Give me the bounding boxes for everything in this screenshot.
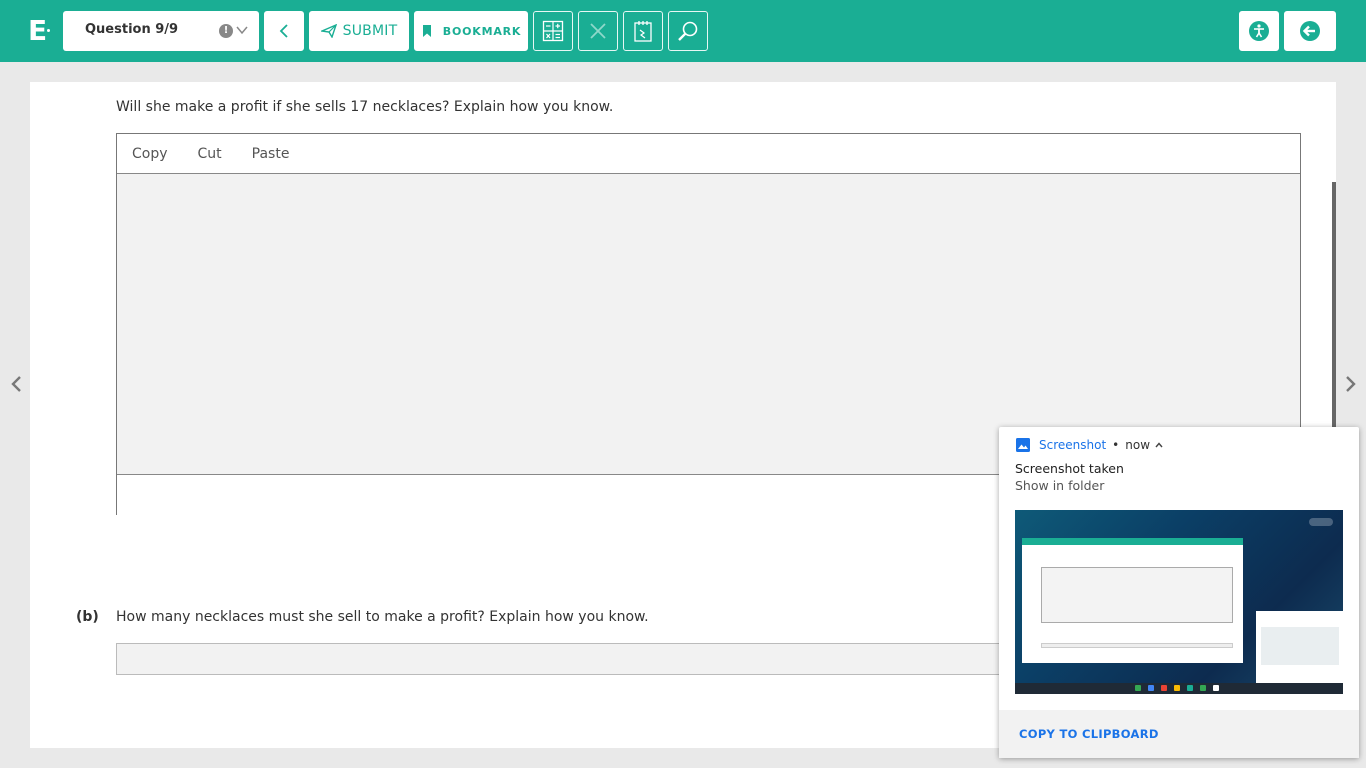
chevron-down-icon: [236, 26, 248, 35]
back-button[interactable]: [264, 11, 304, 51]
exit-button[interactable]: [1284, 11, 1336, 51]
thumbnail-toolbar: [1022, 538, 1243, 545]
copy-to-clipboard-button[interactable]: COPY TO CLIPBOARD: [1019, 727, 1159, 741]
top-toolbar: E Question 9/9 ! SUBMIT BOOKMARK: [0, 0, 1366, 62]
notification-separator: •: [1112, 438, 1120, 452]
search-button[interactable]: [668, 11, 708, 51]
accessibility-icon: [1249, 21, 1269, 41]
submit-button[interactable]: SUBMIT: [309, 11, 409, 51]
thumbnail-answer: [1041, 643, 1233, 648]
notification-title: Screenshot taken: [1015, 461, 1124, 476]
app-logo: E: [28, 14, 54, 48]
notification-actions: COPY TO CLIPBOARD: [999, 710, 1359, 758]
flag-icon: !: [219, 24, 233, 38]
bookmark-label: BOOKMARK: [442, 24, 522, 38]
accessibility-button[interactable]: [1239, 11, 1279, 51]
notification-time: now: [1125, 438, 1151, 452]
submit-label: SUBMIT: [342, 23, 398, 39]
paper-plane-icon: [320, 24, 337, 38]
calculator-icon: [542, 20, 564, 42]
notepad-icon: [634, 21, 652, 42]
chevron-up-icon[interactable]: [1154, 440, 1164, 450]
notification-app-name: Screenshot: [1039, 438, 1107, 452]
paste-button[interactable]: Paste: [252, 146, 290, 162]
thumbnail-notification: [1256, 611, 1343, 691]
screenshot-thumbnail[interactable]: [1015, 510, 1343, 694]
cut-button[interactable]: Cut: [198, 146, 222, 162]
bookmark-icon: [422, 25, 431, 37]
magnifier-icon: [678, 21, 698, 41]
thumbnail-shelf-apps: [1135, 685, 1226, 691]
editor-toolbar: Copy Cut Paste: [117, 134, 1300, 174]
close-icon: [590, 23, 606, 39]
chevron-left-icon: [279, 24, 288, 38]
bookmark-button[interactable]: BOOKMARK: [414, 11, 528, 51]
logo-dot: [47, 29, 50, 32]
screenshot-notification: Screenshot • now Screenshot taken Show i…: [999, 427, 1359, 758]
next-arrow-icon[interactable]: [1344, 375, 1358, 393]
close-tool-button[interactable]: [578, 11, 618, 51]
thumbnail-chip: [1309, 518, 1333, 526]
exit-arrow-icon: [1300, 21, 1320, 41]
copy-button[interactable]: Copy: [132, 146, 168, 162]
part-b-prompt: How many necklaces must she sell to make…: [116, 609, 649, 625]
notepad-button[interactable]: [623, 11, 663, 51]
content-scrollbar[interactable]: [1332, 182, 1336, 432]
thumbnail-editor: [1041, 567, 1233, 623]
notification-header: Screenshot • now: [1015, 437, 1164, 453]
part-b-label: (b): [76, 609, 99, 625]
question-select-label: Question 9/9: [85, 22, 179, 37]
previous-arrow-icon[interactable]: [9, 375, 23, 393]
part-a-prompt: Will she make a profit if she sells 17 n…: [116, 99, 614, 115]
question-select[interactable]: Question 9/9 !: [63, 11, 259, 51]
logo-letter: E: [28, 14, 48, 47]
calculator-button[interactable]: [533, 11, 573, 51]
image-icon: [1016, 438, 1030, 452]
show-in-folder-link[interactable]: Show in folder: [1015, 478, 1104, 493]
